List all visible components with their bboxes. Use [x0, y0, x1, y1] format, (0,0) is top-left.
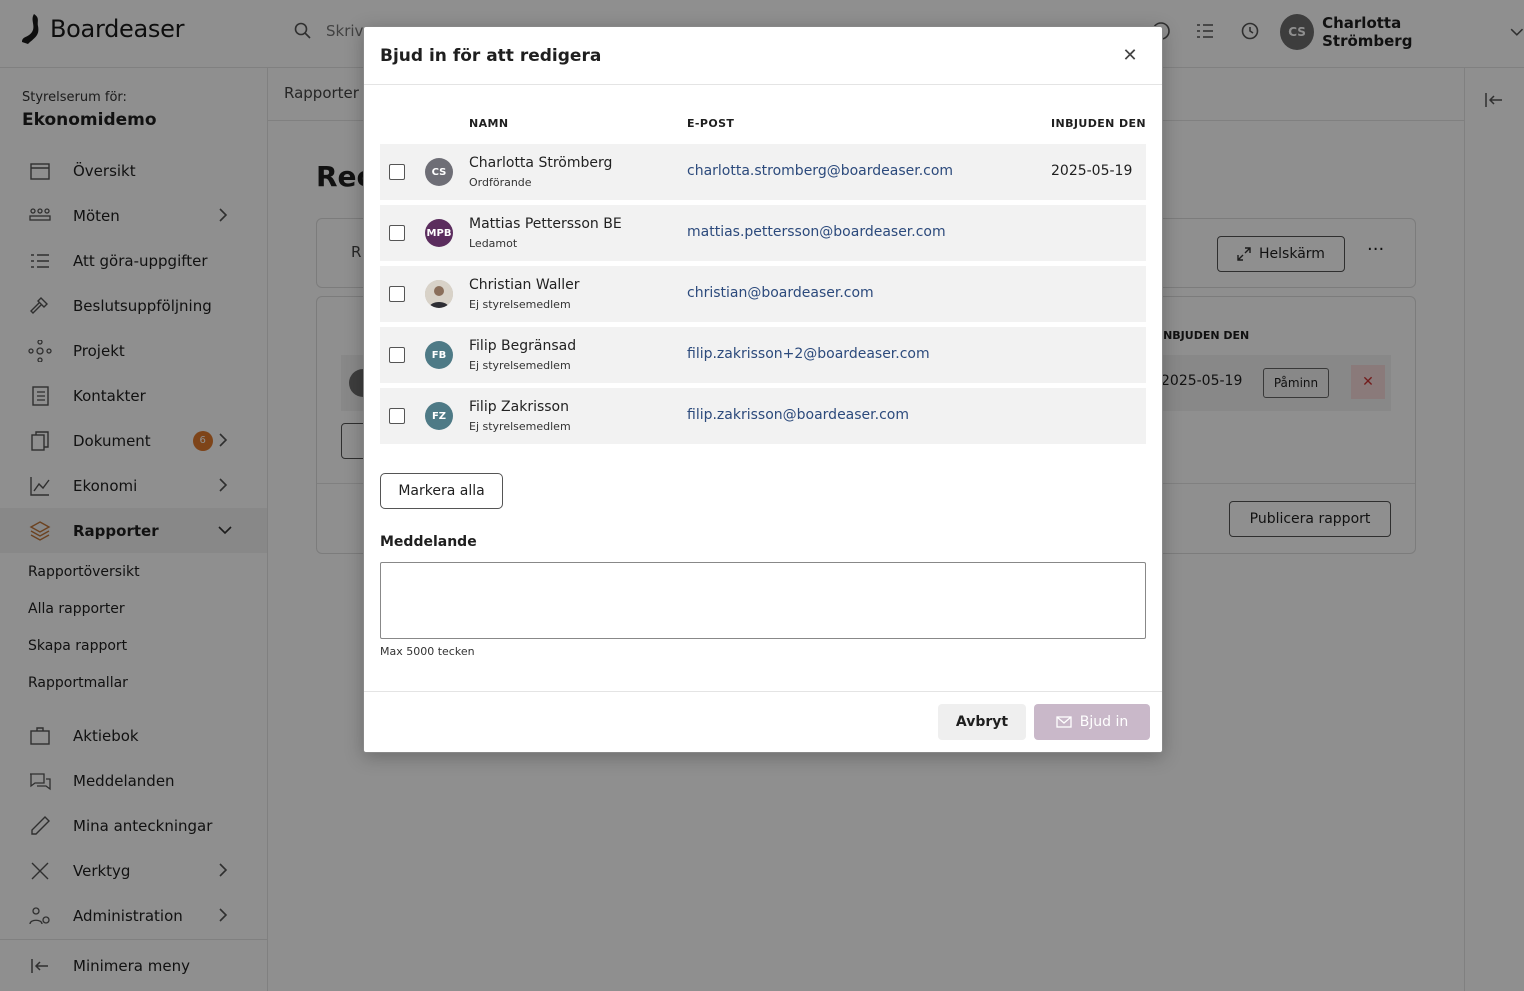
column-header-name: NAMN — [469, 117, 509, 130]
avatar-photo — [425, 280, 453, 308]
member-role: Ej styrelsemedlem — [469, 298, 571, 311]
member-name: Filip Zakrisson — [469, 399, 569, 415]
select-checkbox[interactable] — [389, 164, 405, 180]
invite-label: Bjud in — [1079, 714, 1129, 730]
member-email: mattias.pettersson@boardeaser.com — [687, 224, 946, 240]
member-role: Ordförande — [469, 176, 532, 189]
member-email: filip.zakrisson+2@boardeaser.com — [687, 346, 930, 362]
select-checkbox[interactable] — [389, 408, 405, 424]
cancel-button[interactable]: Avbryt — [938, 704, 1026, 740]
invite-button[interactable]: Bjud in — [1034, 704, 1150, 740]
person-photo-icon — [425, 280, 453, 308]
select-checkbox[interactable] — [389, 286, 405, 302]
table-row[interactable]: FB Filip Begränsad Ej styrelsemedlem fil… — [380, 327, 1146, 383]
column-header-email: E-POST — [687, 117, 735, 130]
invited-date: 2025-05-19 — [1051, 163, 1133, 179]
member-email: charlotta.stromberg@boardeaser.com — [687, 163, 954, 179]
member-email: christian@boardeaser.com — [687, 285, 874, 301]
dialog-footer-divider — [364, 691, 1162, 692]
member-email: filip.zakrisson@boardeaser.com — [687, 407, 909, 423]
member-role: Ej styrelsemedlem — [469, 420, 571, 433]
table-row[interactable]: FZ Filip Zakrisson Ej styrelsemedlem fil… — [380, 388, 1146, 444]
column-header-invited: INBJUDEN DEN — [1051, 117, 1147, 130]
envelope-icon — [1056, 716, 1072, 728]
close-icon[interactable]: ✕ — [1120, 45, 1140, 66]
member-name: Mattias Pettersson BE — [469, 216, 622, 232]
table-row[interactable]: Christian Waller Ej styrelsemedlem chris… — [380, 266, 1146, 322]
member-role: Ledamot — [469, 237, 518, 250]
mark-all-button[interactable]: Markera alla — [380, 473, 503, 509]
select-checkbox[interactable] — [389, 225, 405, 241]
avatar: FZ — [425, 402, 453, 430]
invite-edit-dialog: Bjud in för att redigera ✕ NAMN E-POST I… — [363, 26, 1163, 753]
avatar: FB — [425, 341, 453, 369]
dialog-title: Bjud in för att redigera — [380, 46, 602, 66]
member-role: Ej styrelsemedlem — [469, 359, 571, 372]
select-checkbox[interactable] — [389, 347, 405, 363]
member-name: Charlotta Strömberg — [469, 155, 613, 171]
member-name: Christian Waller — [469, 277, 580, 293]
message-hint: Max 5000 tecken — [380, 645, 475, 658]
dialog-header: Bjud in för att redigera ✕ — [364, 27, 1162, 85]
message-field[interactable] — [380, 562, 1146, 639]
avatar: CS — [425, 158, 453, 186]
message-label: Meddelande — [380, 534, 477, 550]
table-row[interactable]: MPB Mattias Pettersson BE Ledamot mattia… — [380, 205, 1146, 261]
avatar: MPB — [425, 219, 453, 247]
member-name: Filip Begränsad — [469, 338, 577, 354]
table-row[interactable]: CS Charlotta Strömberg Ordförande charlo… — [380, 144, 1146, 200]
